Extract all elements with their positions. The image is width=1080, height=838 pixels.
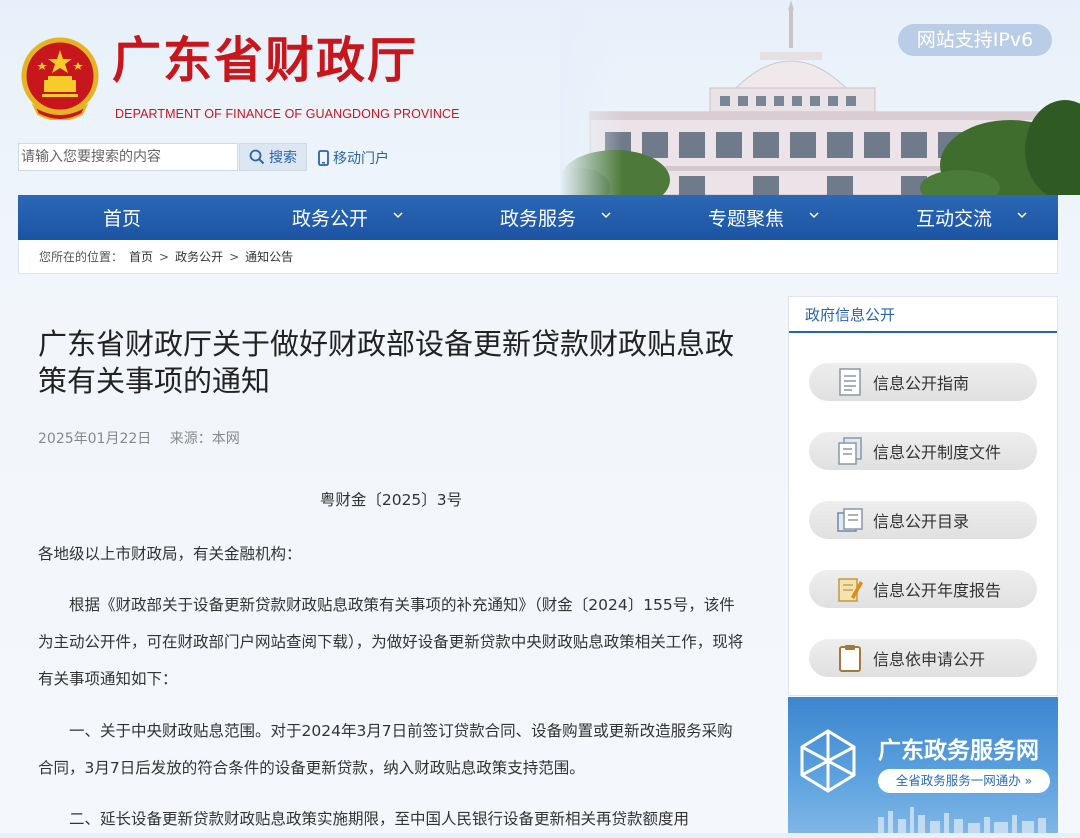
ipv6-badge: 网站支持IPv6 (898, 24, 1052, 56)
banner-title: 广东政务服务网 (878, 738, 1039, 764)
breadcrumb: 您所在的位置： 首页 > 政务公开 > 通知公告 (18, 240, 1058, 274)
breadcrumb-separator: > (229, 249, 240, 264)
mobile-portal-label: 移动门户 (333, 151, 389, 167)
gov-service-logo-icon (800, 729, 856, 793)
nav-item-interaction[interactable]: 互动交流 (850, 195, 1058, 240)
mobile-phone-icon (318, 150, 329, 166)
banner-slogan: 全省政务服务一网通办 » (878, 769, 1050, 793)
site-title: 广东省财政厅 (112, 31, 419, 89)
nav-item-label: 专题聚焦 (707, 208, 784, 230)
main-nav: 首页 政务公开 政务服务 专题聚焦 互动交流 (18, 195, 1058, 240)
national-emblem-logo (21, 37, 99, 120)
city-skyline-image (878, 807, 1046, 833)
breadcrumb-separator: > (159, 249, 170, 264)
article-addressee: 各地级以上市财政局，有关金融机构： (38, 545, 302, 563)
chevron-down-icon (1017, 212, 1027, 219)
gd-gov-service-banner[interactable]: 广东政务服务网 全省政务服务一网通办 » (788, 697, 1058, 833)
article-title: 广东省财政厅关于做好财政部设备更新贷款财政贴息政策有关事项的通知 (38, 327, 735, 398)
info-disclosure-request-button[interactable]: 信息依申请公开 (809, 639, 1037, 677)
chevron-down-icon (393, 212, 403, 219)
side-button-label: 信息公开指南 (873, 374, 970, 393)
site-header: 广东省财政厅 DEPARTMENT OF FINANCE OF GUANGDON… (0, 0, 1080, 195)
search-button[interactable]: 搜索 (239, 143, 307, 171)
article-meta: 2025年01月22日 来源：本网 (38, 428, 240, 448)
side-button-label: 信息依申请公开 (873, 650, 986, 669)
info-disclosure-rules-button[interactable]: 信息公开制度文件 (809, 432, 1037, 470)
info-disclosure-panel: 政府信息公开 信息公开指南 信息公开制度文件 信息公开目录 信息公开年度报告 信… (788, 296, 1058, 696)
clipboard-icon (835, 643, 865, 673)
breadcrumb-government-affairs[interactable]: 政务公开 (175, 248, 223, 265)
nav-item-label: 政务公开 (291, 208, 368, 230)
article-paragraph: 二、延长设备更新贷款财政贴息政策实施期限，至中国人民银行设备更新相关再贷款额度用 (69, 810, 690, 828)
search-button-label: 搜索 (269, 150, 297, 166)
side-button-label: 信息公开目录 (873, 512, 970, 531)
article-paragraph: 一、关于中央财政贴息范围。对于2024年3月7日前签订贷款合同、设备购置或更新改… (38, 722, 733, 777)
chevron-down-icon (601, 212, 611, 219)
article-paragraph: 根据《财政部关于设备更新贷款财政贴息政策有关事项的补充通知》（财金〔2024〕1… (38, 596, 744, 688)
info-disclosure-annual-report-button[interactable]: 信息公开年度报告 (809, 570, 1037, 608)
article-source: 来源：本网 (169, 431, 240, 447)
search-input[interactable] (18, 143, 238, 171)
side-button-label: 信息公开制度文件 (873, 443, 1002, 462)
side-button-label: 信息公开年度报告 (873, 581, 1002, 600)
nav-item-home[interactable]: 首页 (18, 195, 226, 240)
nav-item-label: 政务服务 (499, 208, 576, 230)
chevron-down-icon (809, 212, 819, 219)
nav-item-government-services[interactable]: 政务服务 (434, 195, 642, 240)
document-number: 粤财金〔2025〕3号 (319, 491, 463, 509)
breadcrumb-home[interactable]: 首页 (129, 248, 153, 265)
nav-item-label: 互动交流 (915, 208, 992, 230)
nav-item-special-topics[interactable]: 专题聚焦 (642, 195, 850, 240)
breadcrumb-notices[interactable]: 通知公告 (245, 248, 293, 265)
files-icon (835, 436, 865, 466)
article-date: 2025年01月22日 (38, 431, 152, 447)
panel-header: 政府信息公开 (789, 297, 1057, 333)
mobile-portal-link[interactable]: 移动门户 (318, 148, 389, 168)
site-subtitle: DEPARTMENT OF FINANCE OF GUANGDONG PROVI… (115, 107, 460, 121)
breadcrumb-prefix: 您所在的位置： (39, 250, 124, 264)
nav-item-label: 首页 (102, 208, 141, 230)
nav-item-government-affairs[interactable]: 政务公开 (226, 195, 434, 240)
report-pen-icon (835, 574, 865, 604)
info-disclosure-guide-button[interactable]: 信息公开指南 (809, 363, 1037, 401)
info-disclosure-catalog-button[interactable]: 信息公开目录 (809, 501, 1037, 539)
folder-icon (835, 505, 865, 535)
search-icon (249, 149, 265, 165)
document-icon (835, 367, 865, 397)
